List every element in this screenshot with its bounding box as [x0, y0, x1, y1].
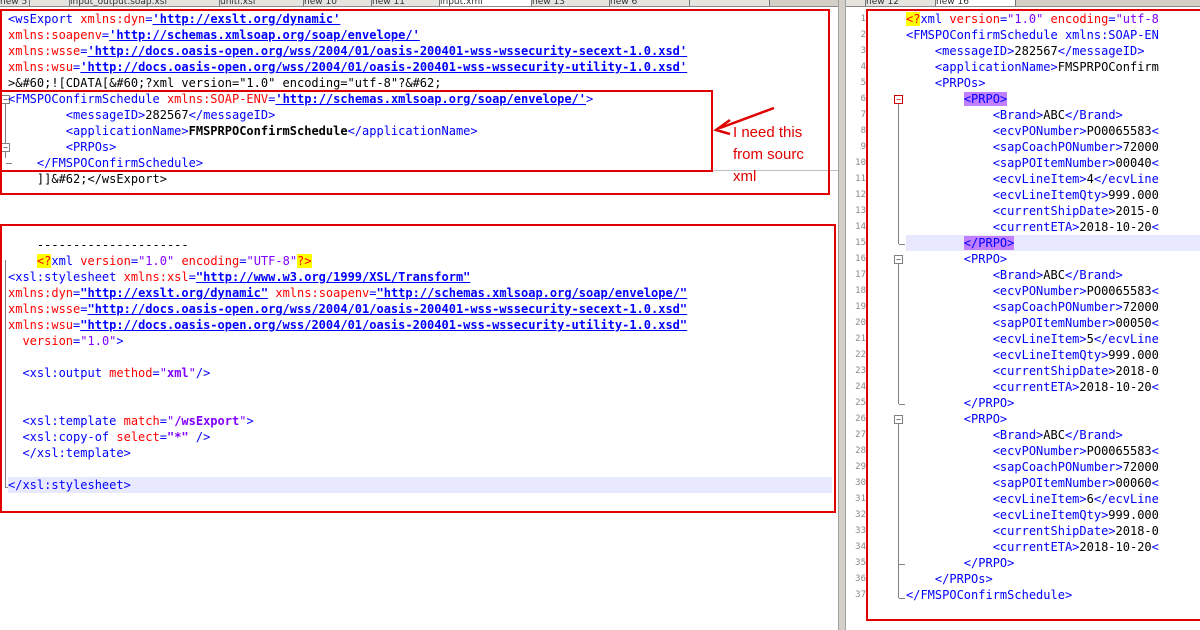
line-number: 19: [855, 302, 866, 312]
tab-input-output-soap[interactable]: input_output.soap.xsl: [70, 0, 220, 6]
line-number: 24: [855, 382, 866, 392]
tab-new-16[interactable]: new 16: [936, 0, 1016, 6]
tab-new-5[interactable]: new 5: [0, 0, 30, 6]
line-number: 14: [855, 222, 866, 232]
line-number: 5: [860, 78, 866, 88]
line-number: 23: [855, 366, 866, 376]
line-number: 22: [855, 350, 866, 360]
right-tab-bar: new 12 new 16: [846, 0, 1200, 7]
line-number: 35: [855, 558, 866, 568]
annotation-box-xsl: [0, 224, 836, 513]
fold-minus-icon[interactable]: −: [894, 95, 903, 104]
line-number: 31: [855, 494, 866, 504]
line-number: 30: [855, 478, 866, 488]
tab-new-6[interactable]: new 6: [610, 0, 690, 6]
line-number: 7: [860, 110, 866, 120]
annotation-box-source-xml: [866, 9, 1200, 621]
line-number: 26: [855, 414, 866, 424]
line-number: 9: [860, 142, 866, 152]
line-number: 4: [860, 62, 866, 72]
fold-line: [898, 424, 899, 598]
fold-minus-icon[interactable]: −: [894, 255, 903, 264]
line-number: 12: [855, 190, 866, 200]
tab-input-xml[interactable]: input.xml: [440, 0, 532, 6]
line-number: 17: [855, 270, 866, 280]
line-number: 37: [855, 590, 866, 600]
line-number: 2: [860, 30, 866, 40]
line-number: 28: [855, 446, 866, 456]
tab-new-13[interactable]: new 13: [532, 0, 610, 6]
line-number: 3: [860, 46, 866, 56]
line-number: 20: [855, 318, 866, 328]
line-number: 36: [855, 574, 866, 584]
fold-end-line: [899, 244, 905, 245]
annotation-note: I need this from sourc xml: [733, 124, 804, 185]
fold-end-line: [899, 598, 905, 599]
line-number: 6: [860, 94, 866, 104]
annotation-box-needed: [0, 90, 713, 172]
line-number: 16: [855, 254, 866, 264]
pane-splitter[interactable]: [838, 0, 846, 630]
line-number: 8: [860, 126, 866, 136]
tab-uniti-xsl[interactable]: uniti.xsl: [220, 0, 304, 6]
left-tab-bar: new 5 input_output.soap.xsl uniti.xsl new 1…: [0, 0, 838, 7]
fold-line: [898, 264, 899, 404]
line-number: 33: [855, 526, 866, 536]
tab-new-5b[interactable]: [30, 0, 70, 6]
line-number: 27: [855, 430, 866, 440]
fold-minus-icon[interactable]: −: [894, 415, 903, 424]
line-number: 1: [860, 14, 866, 24]
line-number: 15: [855, 238, 866, 248]
line-number: 13: [855, 206, 866, 216]
fold-end-line: [899, 404, 905, 405]
line-number: 29: [855, 462, 866, 472]
line-number: 34: [855, 542, 866, 552]
fold-line: [898, 104, 899, 244]
fold-end-line: [899, 564, 905, 565]
line-number: 18: [855, 286, 866, 296]
tab-new-11[interactable]: new 11: [372, 0, 440, 6]
line-number: 25: [855, 398, 866, 408]
line-number: 21: [855, 334, 866, 344]
right-editor-pane[interactable]: new 12 new 16 1 2 3 4 5 6 7 8 9 10 11 12 13 14 15 16 17 18…: [846, 0, 1200, 630]
tab-new-10[interactable]: new 10: [304, 0, 372, 6]
line-number: 32: [855, 510, 866, 520]
tab-extra[interactable]: [690, 0, 770, 6]
line-number: 11: [855, 174, 866, 184]
left-editor-pane[interactable]: new 5 input_output.soap.xsl uniti.xsl new 1…: [0, 0, 838, 630]
line-number: 10: [855, 158, 866, 168]
